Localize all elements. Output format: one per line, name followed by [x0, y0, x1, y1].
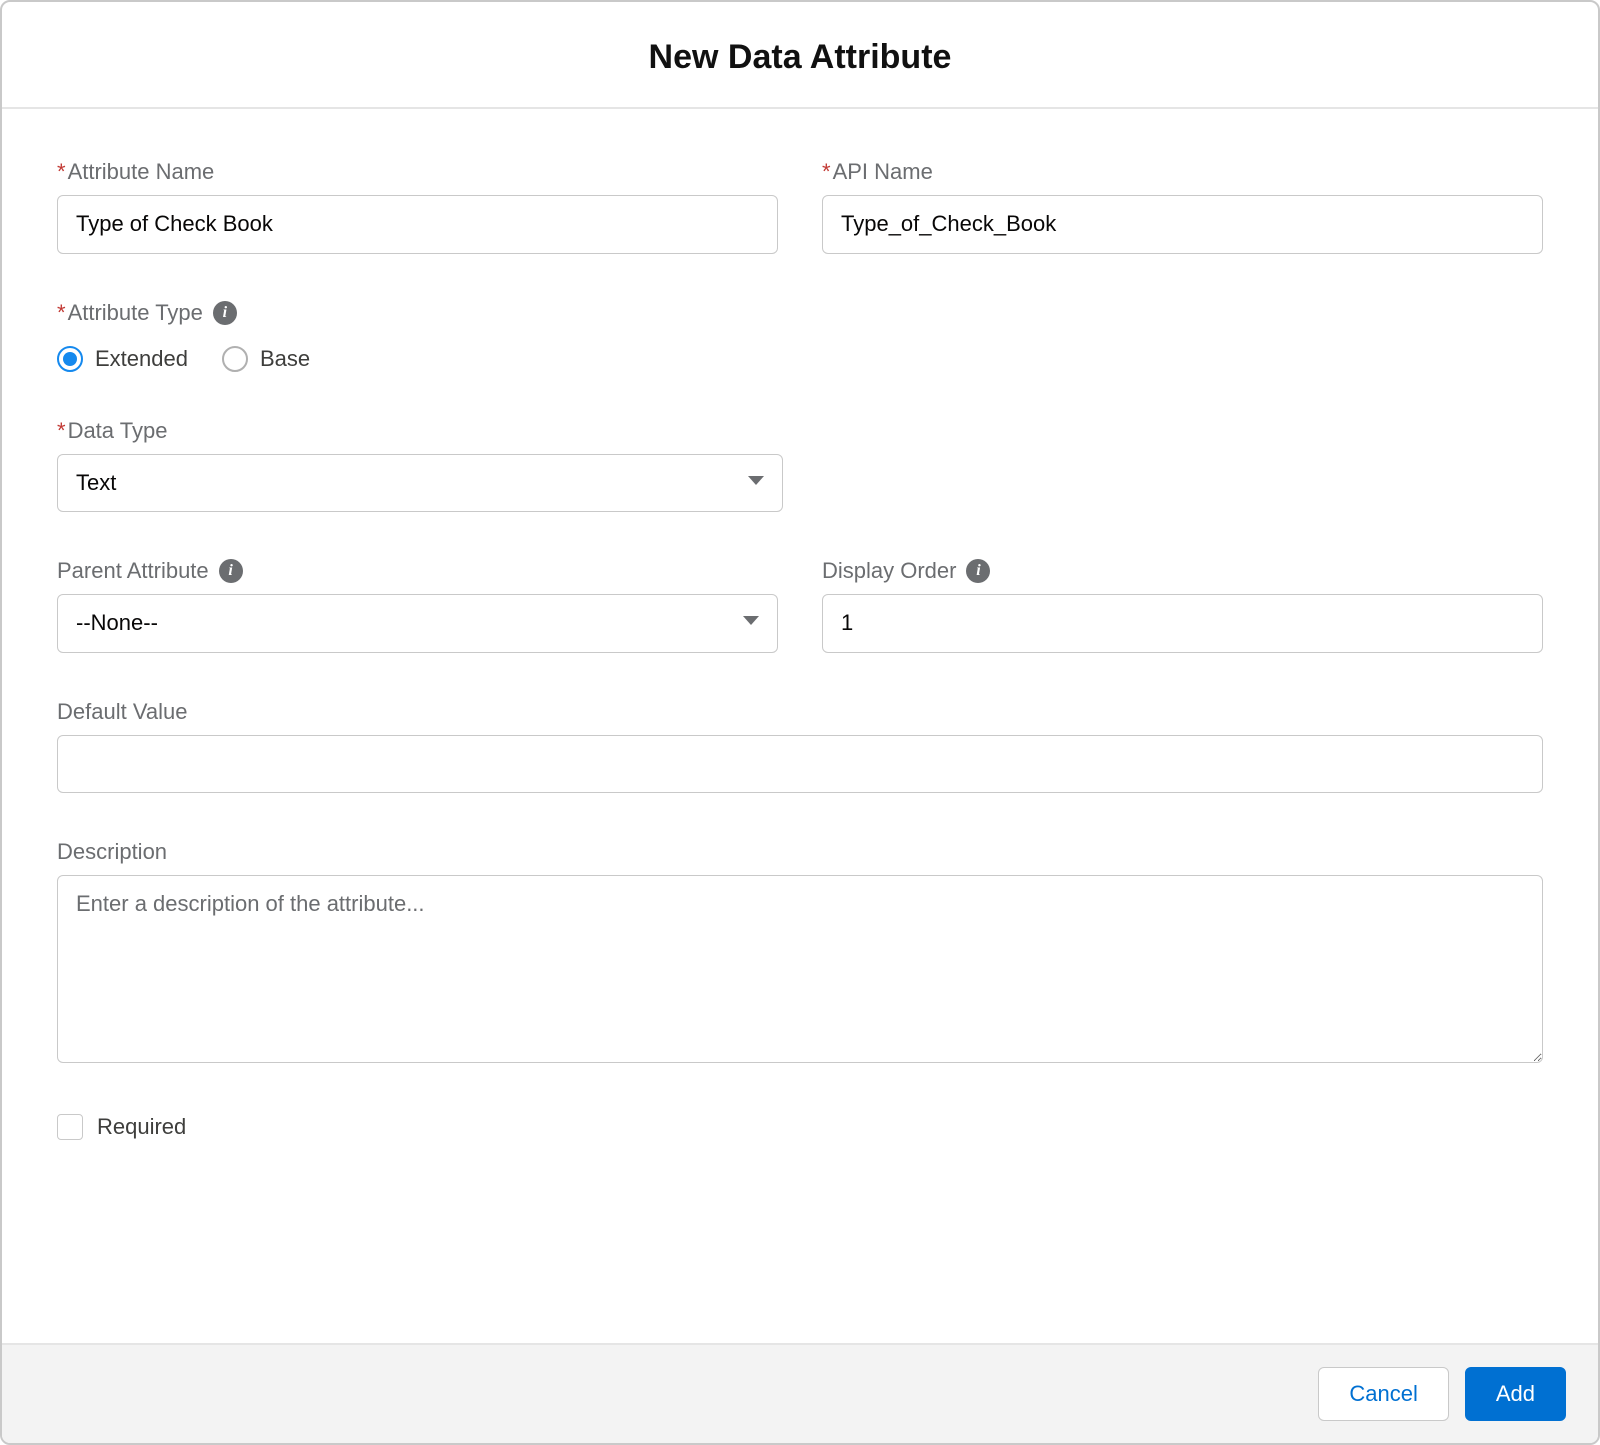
required-checkbox-row: Required — [57, 1114, 1543, 1140]
attribute-name-input[interactable] — [57, 195, 778, 254]
attribute-type-extended-radio[interactable]: Extended — [57, 346, 188, 372]
parent-attribute-select[interactable]: --None-- — [57, 594, 778, 653]
cancel-button[interactable]: Cancel — [1318, 1367, 1448, 1421]
modal-header: New Data Attribute — [2, 2, 1598, 109]
modal-footer: Cancel Add — [2, 1343, 1598, 1443]
required-checkbox[interactable] — [57, 1114, 83, 1140]
required-label: Required — [97, 1114, 186, 1140]
api-name-label: *API Name — [822, 159, 1543, 185]
default-value-input[interactable] — [57, 735, 1543, 794]
attribute-type-base-radio[interactable]: Base — [222, 346, 310, 372]
info-icon[interactable]: i — [213, 301, 237, 325]
description-textarea[interactable] — [57, 875, 1543, 1063]
attribute-type-label: *Attribute Type i — [57, 300, 1543, 326]
display-order-label: Display Order i — [822, 558, 1543, 584]
default-value-label: Default Value — [57, 699, 1543, 725]
api-name-input[interactable] — [822, 195, 1543, 254]
info-icon[interactable]: i — [219, 559, 243, 583]
parent-attribute-label: Parent Attribute i — [57, 558, 778, 584]
modal-title: New Data Attribute — [2, 38, 1598, 77]
data-type-select[interactable]: Text — [57, 454, 783, 513]
modal-body: *Attribute Name *API Name *Attribute Typ… — [2, 109, 1598, 1343]
radio-dot-icon — [222, 346, 248, 372]
add-button[interactable]: Add — [1465, 1367, 1566, 1421]
new-data-attribute-modal: New Data Attribute *Attribute Name *API … — [0, 0, 1600, 1445]
radio-dot-checked-icon — [57, 346, 83, 372]
attribute-type-radio-group: Extended Base — [57, 346, 1543, 372]
attribute-name-label: *Attribute Name — [57, 159, 778, 185]
info-icon[interactable]: i — [966, 559, 990, 583]
display-order-input[interactable] — [822, 594, 1543, 653]
data-type-label: *Data Type — [57, 418, 783, 444]
description-label: Description — [57, 839, 1543, 865]
